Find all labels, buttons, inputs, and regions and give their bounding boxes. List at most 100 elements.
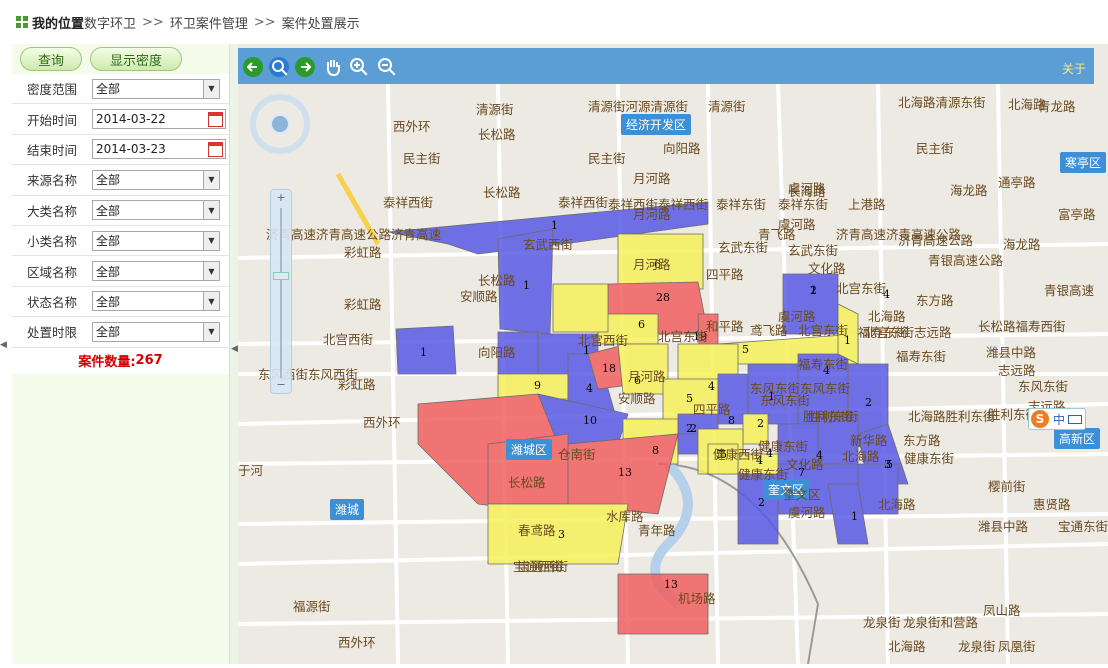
street-label: 泰祥东街 <box>716 197 767 212</box>
district-label[interactable]: 高新区 <box>1054 428 1101 449</box>
sogou-logo-icon[interactable]: S <box>1031 410 1049 428</box>
status-select[interactable]: 全部 ▼ <box>92 291 220 312</box>
hand-pan-icon[interactable] <box>322 56 344 78</box>
street-label: 青银高速公路 <box>928 253 1004 268</box>
pan-center-icon[interactable] <box>270 114 290 134</box>
panel-splitter[interactable]: ◀ <box>230 44 238 664</box>
street-label: 樱前街 <box>988 479 1026 494</box>
case-region[interactable] <box>552 283 609 333</box>
about-link[interactable]: 关于 <box>1062 60 1086 77</box>
dropdown-arrow-icon[interactable]: ▼ <box>203 201 219 220</box>
start-date-input[interactable]: 2014-03-22 <box>92 109 226 130</box>
region-count: 1 <box>851 510 858 523</box>
calendar-icon[interactable] <box>208 111 223 127</box>
district-label[interactable]: 寒亭区 <box>1060 152 1107 173</box>
map-view[interactable]: 1162861195241194186458310142124458225310… <box>238 44 1108 664</box>
region-count: 1 <box>523 279 530 292</box>
keyboard-icon[interactable] <box>1068 414 1083 424</box>
street-label: 福源街 <box>293 599 331 614</box>
street-label: 西外环 <box>338 635 376 650</box>
filter-row-status: 状态名称 全部 ▼ <box>12 286 229 318</box>
breadcrumb-item[interactable]: 环卫案件管理 <box>170 13 248 32</box>
filter-row-source: 来源名称 全部 ▼ <box>12 165 229 196</box>
end-date-input[interactable]: 2014-03-23 <box>92 139 226 160</box>
region-count: 1 <box>420 346 427 359</box>
filter-label: 密度范围 <box>26 82 77 98</box>
zoom-slider[interactable]: + − <box>270 189 292 394</box>
breadcrumb-separator: >> <box>253 14 276 30</box>
dropdown-arrow-icon[interactable]: ▼ <box>203 322 219 341</box>
filter-label: 开始时间 <box>26 112 77 128</box>
street-label: 玄武东街 <box>788 243 839 258</box>
street-label: 福寿东街 <box>896 349 947 364</box>
zoom-track <box>280 208 282 378</box>
select-value: 全部 <box>96 325 121 340</box>
street-label: 北海路清源东街 <box>898 95 986 110</box>
map-canvas[interactable]: 1162861195241194186458310142124458225310… <box>238 44 1108 664</box>
select-value: 全部 <box>96 294 121 309</box>
zoom-minus-icon[interactable]: − <box>275 379 287 391</box>
filter-label: 状态名称 <box>26 294 77 310</box>
dropdown-arrow-icon[interactable]: ▼ <box>203 262 219 281</box>
dropdown-arrow-icon[interactable]: ▼ <box>203 292 219 311</box>
street-label: 仓南街 <box>558 447 596 462</box>
street-label: 东方路 <box>903 433 941 448</box>
major-category-select[interactable]: 全部 ▼ <box>92 200 220 221</box>
district-label[interactable]: 经济开发区 <box>621 114 692 135</box>
minor-category-select[interactable]: 全部 ▼ <box>92 230 220 251</box>
filter-row-major-category: 大类名称 全部 ▼ <box>12 195 229 226</box>
select-value: 全部 <box>96 82 121 97</box>
district-label[interactable]: 潍城 <box>330 499 365 520</box>
breadcrumb-item[interactable]: 数字环卫 <box>84 13 136 32</box>
street-label: 健康东街 <box>904 451 955 466</box>
map-toolbar: 关于 <box>238 48 1094 84</box>
query-button[interactable]: 查询 <box>20 47 82 71</box>
filter-label: 来源名称 <box>26 173 77 189</box>
pan-back-icon[interactable] <box>242 56 264 78</box>
dropdown-arrow-icon[interactable]: ▼ <box>203 170 219 189</box>
time-limit-select[interactable]: 全部 ▼ <box>92 321 220 342</box>
street-label: 彩虹路 <box>344 245 382 260</box>
street-label: 于河 <box>238 463 264 478</box>
region-count: 18 <box>602 362 616 375</box>
street-label: 虞河路 <box>788 505 826 520</box>
road <box>238 542 1108 566</box>
street-label: 文化路 <box>786 457 824 472</box>
show-density-button[interactable]: 显示密度 <box>90 47 182 71</box>
district-label[interactable]: 潍城区 <box>506 439 553 460</box>
street-label: 北海路 <box>842 449 880 464</box>
street-label: 惠贤路 <box>1033 497 1071 512</box>
zoom-in-icon[interactable] <box>348 56 370 78</box>
street-label: 四平路 <box>693 402 731 417</box>
density-select[interactable]: 全部 ▼ <box>92 78 220 99</box>
date-value: 2014-03-23 <box>96 142 166 157</box>
breadcrumb: 我的位置 数字环卫 >> 环卫案件管理 >> 案件处置展示 <box>16 12 360 32</box>
street-label: 向阳路 <box>478 345 516 360</box>
ime-mode-label[interactable]: 中 <box>1053 411 1065 428</box>
ime-toolbar[interactable]: S 中 <box>1028 408 1086 430</box>
breadcrumb-item[interactable]: 案件处置展示 <box>282 13 360 32</box>
street-label: 彩虹路 <box>344 297 382 312</box>
zoom-thumb[interactable] <box>273 272 289 280</box>
street-label: 玄武东街 <box>718 240 769 255</box>
case-count-label: 案件数量: <box>78 355 136 371</box>
dropdown-arrow-icon[interactable]: ▼ <box>203 79 219 98</box>
calendar-icon[interactable] <box>208 141 223 157</box>
street-label: 福寿东街 <box>798 357 849 372</box>
region-count: 5 <box>686 392 693 405</box>
full-extent-icon[interactable] <box>268 56 290 78</box>
select-value: 全部 <box>96 203 121 218</box>
street-label: 济青高速公路 <box>898 233 974 248</box>
street-label: 凤凰街 <box>998 639 1036 654</box>
area-select[interactable]: 全部 ▼ <box>92 261 220 282</box>
region-count: 28 <box>656 291 670 304</box>
dropdown-arrow-icon[interactable]: ▼ <box>203 231 219 250</box>
collapse-arrow-icon[interactable]: ◀ <box>231 344 238 354</box>
pan-forward-icon[interactable] <box>294 56 316 78</box>
zoom-out-icon[interactable] <box>376 56 398 78</box>
street-label: 长松路福寿西街 <box>978 319 1066 334</box>
zoom-plus-icon[interactable]: + <box>275 192 287 204</box>
street-label: 海龙路 <box>1003 237 1041 252</box>
collapse-arrow-icon[interactable]: ◀ <box>0 340 7 350</box>
source-select[interactable]: 全部 ▼ <box>92 169 220 190</box>
